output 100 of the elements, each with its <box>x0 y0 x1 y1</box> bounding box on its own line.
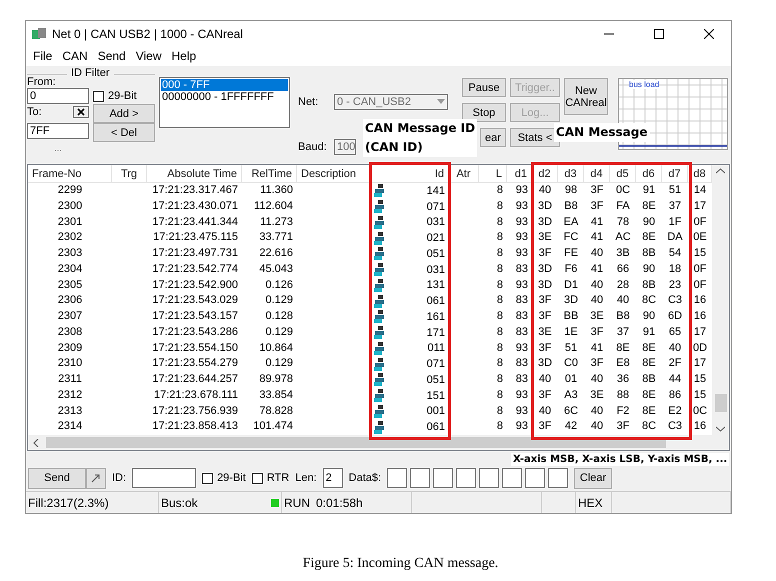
baud-field[interactable]: 100 <box>334 138 356 154</box>
send-button[interactable]: Send <box>28 468 86 488</box>
table-cell-text: 44 <box>668 372 682 387</box>
table-cell-text: 8E <box>641 404 657 418</box>
toolbar-button[interactable]: ear <box>480 128 506 147</box>
list-item[interactable]: 00000000 - 1FFFFFFF <box>161 91 288 103</box>
scroll-up-icon[interactable] <box>716 168 725 174</box>
table-row[interactable]: 2299 17:21:23.317.467 11.360 141 8 93 40 98 3F 0C 91 51 14 <box>28 183 712 199</box>
table-cell-text: 11.360 <box>259 183 294 198</box>
column-header[interactable]: d5 <box>610 165 636 182</box>
table-cell-text: 8 <box>496 404 504 418</box>
table-cell-text: 8 <box>496 262 504 277</box>
table-cell-text: 17 <box>692 324 708 340</box>
table-cell-text: F6 <box>564 262 578 277</box>
table-row[interactable]: 2312 17:21:23.678.111 33.854 151 8 93 3F A3 3E 88 8E 86 15 <box>28 388 712 404</box>
table-cell-text: 17:21:23.678.111 <box>152 388 239 403</box>
table-row[interactable]: 2304 17:21:23.542.774 45.043 031 8 83 3D F6 41 66 90 18 0F <box>28 262 712 278</box>
table-cell-text: 36 <box>616 372 630 387</box>
table-row[interactable]: 2311 17:21:23.644.257 89.978 051 8 83 40 01 40 36 8B 44 15 <box>28 372 712 388</box>
table-cell-text: 90 <box>642 262 656 277</box>
net-label: Net: <box>298 96 320 108</box>
table-row[interactable]: 2303 17:21:23.497.731 22.616 051 8 93 3F FE 40 3B 8B 54 15 <box>28 246 712 262</box>
table-row[interactable]: 2309 17:21:23.554.150 10.864 011 8 93 3F 51 41 8E 8E 40 0D <box>28 340 712 356</box>
column-header[interactable]: d1 <box>507 165 532 182</box>
vertical-scrollbar[interactable] <box>712 165 729 435</box>
table-cell: 141 <box>426 184 445 197</box>
table-row[interactable]: 2308 17:21:23.543.286 0.129 171 8 83 3E 1E 3F 37 91 65 17 <box>28 324 712 340</box>
checkbox[interactable]: RTR <box>252 472 290 484</box>
table-row[interactable]: 2301 17:21:23.441.344 11.273 031 8 93 3D EA 41 78 90 1F 0F <box>28 214 712 230</box>
table-cell-text: 17:21:23.475.115 <box>152 230 239 246</box>
delete-button[interactable]: < Del <box>93 123 155 142</box>
data-field[interactable] <box>387 468 408 488</box>
len-field[interactable]: 2 <box>322 468 343 488</box>
data-field[interactable] <box>479 468 500 488</box>
column-header[interactable]: RelTime <box>242 165 297 182</box>
toolbar-button[interactable]: Stop <box>462 103 506 122</box>
table-cell-text: 10.864 <box>258 340 294 356</box>
to-field[interactable]: 7FF <box>27 123 89 139</box>
table-row[interactable]: 2313 17:21:23.756.939 78.828 001 8 93 40 6C 40 F2 8E E2 0C <box>28 404 712 420</box>
menu-item[interactable]: Send <box>92 49 131 63</box>
column-header[interactable]: Absolute Time <box>147 165 242 182</box>
table-cell-text: 93 <box>514 340 529 356</box>
data-field[interactable] <box>410 468 430 488</box>
data-label: Data$: <box>348 472 382 484</box>
table-cell: 151 <box>426 390 445 402</box>
table-cell-text: 17 <box>692 356 708 372</box>
toolbar-button[interactable]: Pause <box>462 78 506 97</box>
column-header[interactable]: Description <box>297 165 372 182</box>
scrollbar-thumb[interactable] <box>714 394 726 412</box>
id-field[interactable] <box>132 468 196 488</box>
data-field[interactable] <box>525 468 546 488</box>
data-field[interactable] <box>433 468 454 488</box>
table-row[interactable]: 2310 17:21:23.554.279 0.129 071 8 83 3D C0 3F E8 8E 2F 17 <box>28 356 712 372</box>
popout-icon[interactable] <box>86 468 106 488</box>
device-icon <box>374 404 385 418</box>
list-item[interactable]: 000 - 7FF <box>161 79 288 91</box>
column-header[interactable]: d6 <box>636 165 662 182</box>
table-row[interactable]: 2302 17:21:23.475.115 33.771 021 8 93 3E FC 41 AC 8E DA 0E <box>28 230 712 246</box>
table-cell-text: 3F <box>538 309 552 324</box>
table-row[interactable]: 2300 17:21:23.430.071 112.604 071 8 93 3D B8 3F FA 8E 37 17 <box>28 198 712 214</box>
table-cell-text: 2300 <box>56 198 84 214</box>
data-field[interactable] <box>548 468 568 488</box>
column-header[interactable]: Atr <box>449 165 479 182</box>
table-row[interactable]: 2307 17:21:23.543.157 0.128 161 8 83 3F BB 3E B8 90 6D 16 <box>28 309 712 325</box>
table-cell-text: 01 <box>564 372 578 387</box>
table-cell-text: 3F <box>538 293 552 308</box>
scroll-down-icon[interactable] <box>716 426 725 432</box>
column-header[interactable]: d7 <box>662 165 688 182</box>
checkbox[interactable]: 29-Bit <box>202 472 246 484</box>
column-header[interactable]: L <box>479 165 507 182</box>
device-icon <box>374 216 385 229</box>
table-cell-text: 3F <box>590 324 604 340</box>
table-row[interactable]: 2306 17:21:23.543.029 0.129 061 8 83 3F 3D 40 40 8C C3 16 <box>28 293 712 309</box>
data-field[interactable] <box>456 468 476 488</box>
menu-item[interactable]: CAN <box>57 49 93 63</box>
scrollbar-thumb[interactable] <box>46 437 666 448</box>
horizontal-scrollbar[interactable] <box>28 435 729 450</box>
scroll-left-icon[interactable] <box>32 438 40 446</box>
column-header[interactable]: d3 <box>558 165 584 182</box>
from-field[interactable]: 0 <box>27 88 89 104</box>
column-header[interactable]: Frame-No <box>28 165 112 182</box>
table-row[interactable]: 2305 17:21:23.542.900 0.126 131 8 93 3D D1 40 28 8B 23 0F <box>28 278 712 294</box>
column-header[interactable]: d4 <box>584 165 610 182</box>
table-cell-text: 2305 <box>56 278 84 292</box>
column-header[interactable]: d2 <box>532 165 558 182</box>
menu-item[interactable]: Help <box>166 49 202 63</box>
len-label: Len: <box>295 472 317 484</box>
menu-item[interactable]: File <box>28 49 58 63</box>
add-button[interactable]: Add > <box>93 104 155 123</box>
menu-item[interactable]: View <box>130 49 167 63</box>
table-cell: 031 <box>426 216 445 228</box>
clear-icon[interactable] <box>73 106 89 118</box>
checkbox[interactable]: 29-Bit <box>93 88 155 104</box>
new-button[interactable]: New CANreal <box>564 78 608 115</box>
table-cell-text: 93 <box>514 214 529 230</box>
table-row[interactable]: 2314 17:21:23.858.413 101.474 061 8 93 3F 42 40 3F 8C C3 16 <box>28 419 712 435</box>
clear-button[interactable]: Clear <box>574 468 612 488</box>
data-field[interactable] <box>502 468 522 488</box>
column-header[interactable]: Id <box>372 165 449 182</box>
column-header[interactable]: Trg <box>112 165 147 182</box>
